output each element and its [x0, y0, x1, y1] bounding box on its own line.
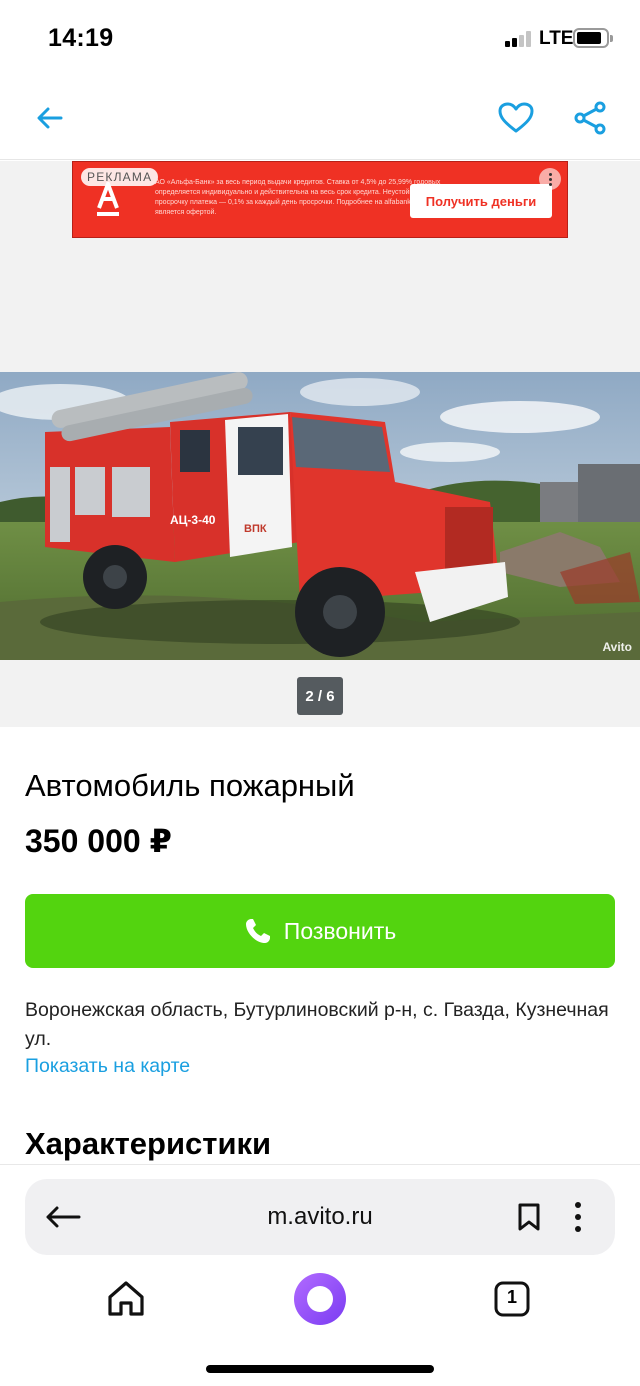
listing-title: Автомобиль пожарный	[25, 768, 355, 803]
svg-text:АЦ-3-40: АЦ-3-40	[170, 513, 216, 527]
signal-strength-icon	[505, 31, 535, 47]
alice-icon	[294, 1273, 346, 1325]
call-button-label: Позвонить	[283, 917, 397, 944]
battery-icon	[573, 28, 613, 48]
heart-icon	[498, 102, 534, 133]
photo-counter: 2 / 6	[297, 677, 343, 715]
photo-watermark: Avito	[602, 640, 632, 654]
listing-address: Воронежская область, Бутурлиновский р-н,…	[25, 999, 609, 1050]
status-time: 14:19	[48, 24, 114, 52]
network-type: LTE	[539, 28, 574, 49]
tabs-button[interactable]: 1	[488, 1275, 536, 1323]
characteristics-heading: Характеристики	[25, 1126, 272, 1161]
browser-toolbar: m.avito.ru 1	[0, 1164, 640, 1386]
home-icon	[108, 1281, 144, 1316]
share-button[interactable]	[566, 94, 614, 142]
phone-icon	[245, 919, 270, 943]
bookmark-icon	[518, 1203, 540, 1231]
gallery: РЕКЛАМА АО «Альфа-Банк» за весь период в…	[0, 161, 640, 727]
back-button[interactable]	[26, 94, 74, 142]
ad-banner[interactable]: РЕКЛАМА АО «Альфа-Банк» за весь период в…	[72, 161, 568, 238]
top-navigation	[0, 76, 640, 160]
address-bar[interactable]: m.avito.ru	[25, 1179, 615, 1255]
call-button[interactable]: Позвонить	[25, 894, 615, 968]
arrow-left-icon	[37, 107, 63, 129]
ad-menu-button[interactable]	[539, 168, 561, 190]
home-indicator	[206, 1365, 434, 1373]
share-icon	[574, 101, 606, 135]
tab-count: 1	[506, 1287, 517, 1307]
favorite-button[interactable]	[492, 94, 540, 142]
alfa-bank-logo-icon	[97, 182, 119, 216]
fire-truck-image: АЦ-3-40 ВПК	[0, 372, 640, 660]
home-button[interactable]	[102, 1275, 150, 1323]
alice-assistant-button[interactable]	[292, 1271, 348, 1327]
show-on-map-link[interactable]: Показать на карте	[25, 1055, 190, 1078]
more-vertical-icon	[575, 1202, 581, 1232]
ad-badge: РЕКЛАМА	[81, 168, 159, 186]
listing-photo[interactable]: АЦ-3-40 ВПК Avito	[0, 372, 640, 660]
ad-cta-button[interactable]: Получить деньги	[410, 184, 552, 218]
listing-price: 350 000 ₽	[25, 823, 172, 859]
status-bar: 14:19 LTE	[0, 0, 640, 76]
svg-text:ВПК: ВПК	[244, 523, 267, 535]
browser-menu-button[interactable]	[558, 1197, 598, 1237]
more-dots-icon	[548, 172, 552, 176]
bookmark-button[interactable]	[509, 1197, 549, 1237]
